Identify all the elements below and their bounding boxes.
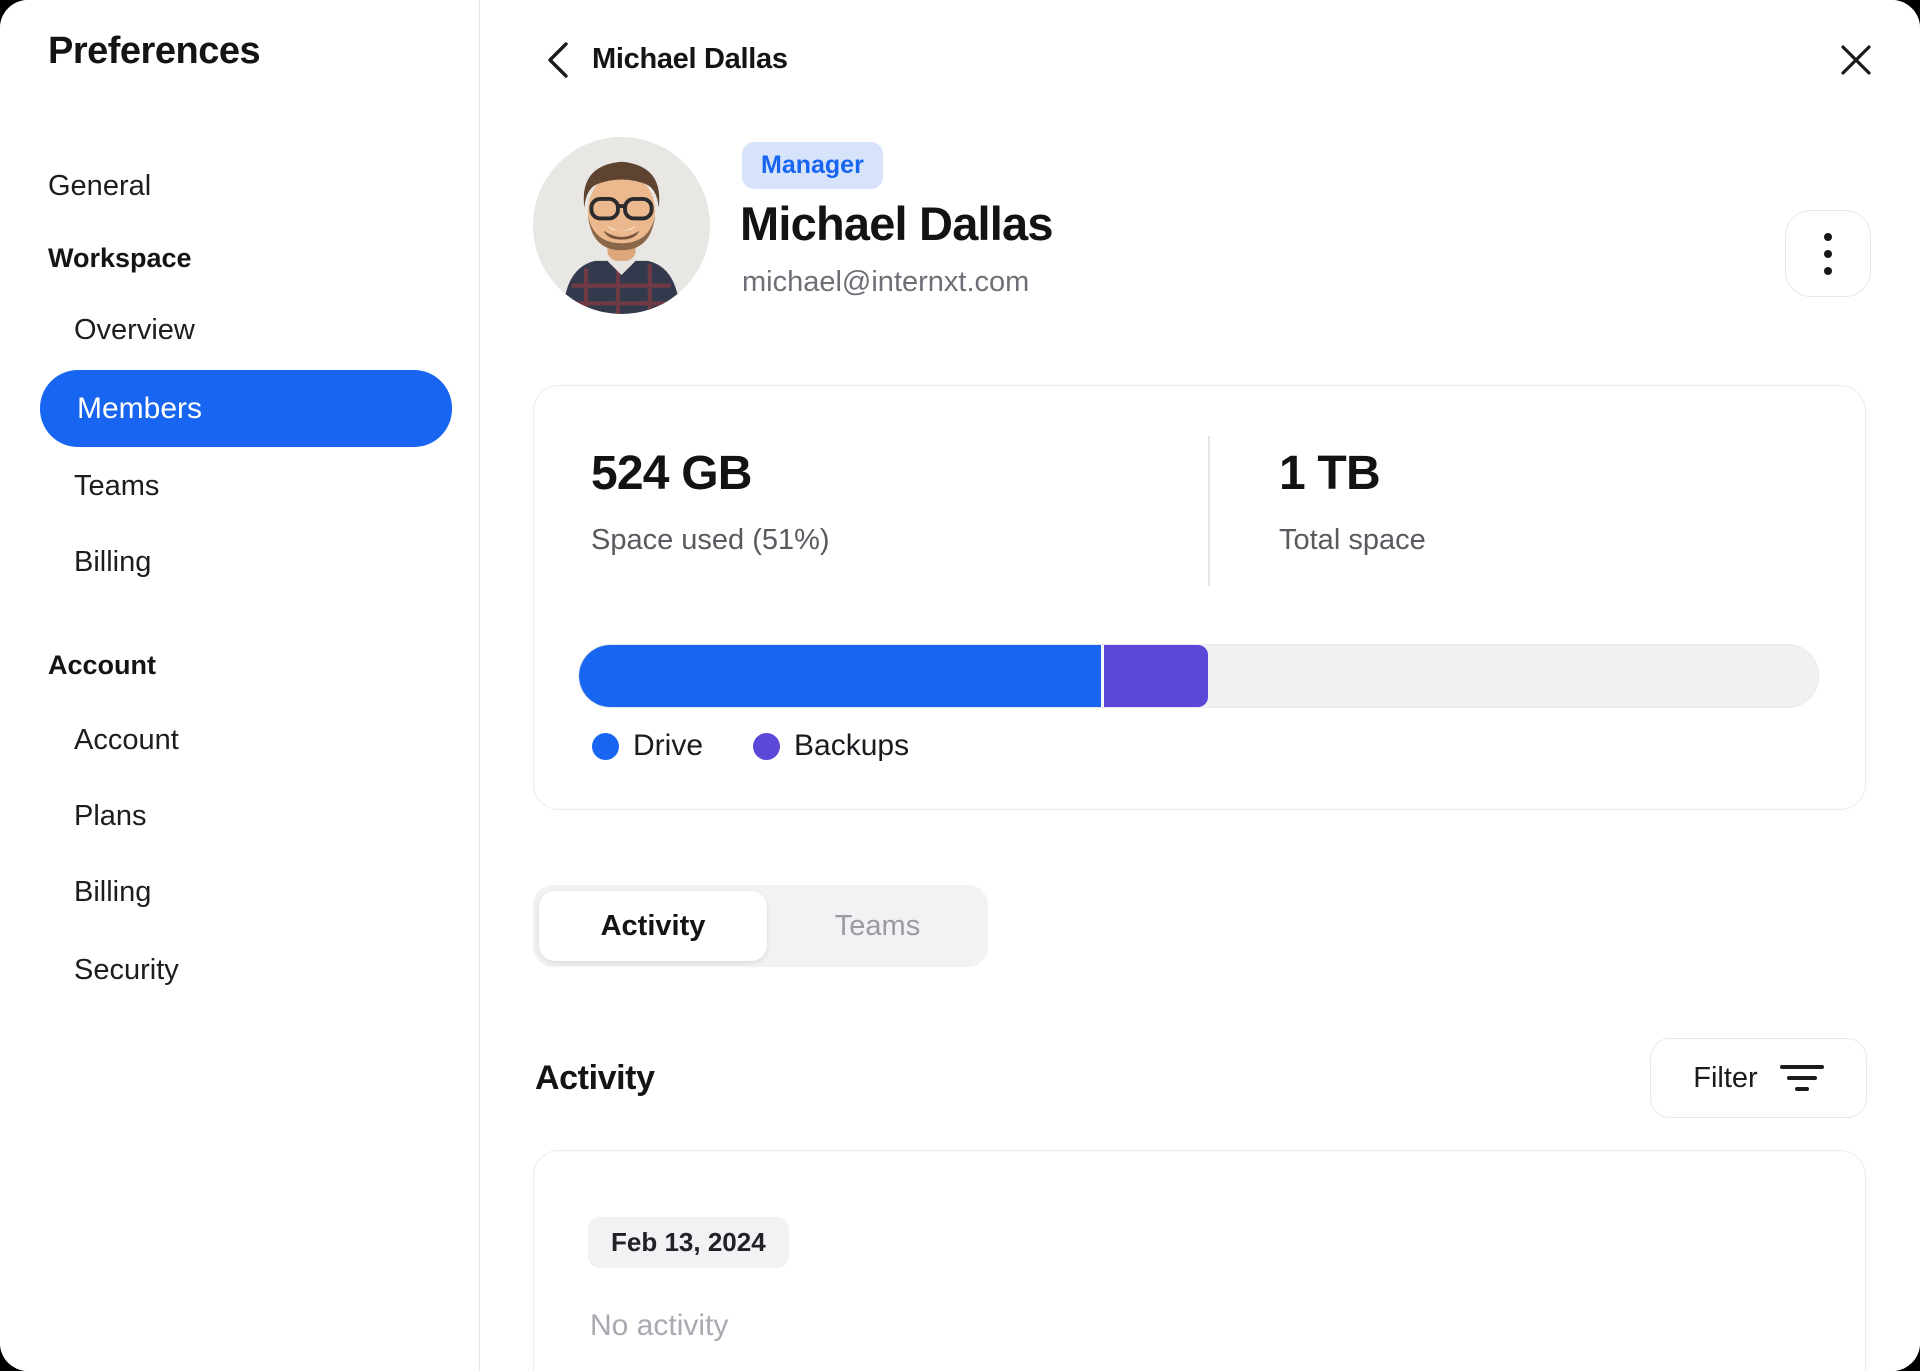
close-icon: [1841, 45, 1871, 75]
space-used-label: Space used (51%): [591, 524, 830, 556]
sidebar-item-security[interactable]: Security: [74, 950, 179, 990]
page-title: Preferences: [48, 30, 261, 72]
sidebar: Preferences General Workspace Overview M…: [0, 0, 480, 1371]
activity-heading: Activity: [535, 1059, 655, 1097]
activity-card: Feb 13, 2024 No activity: [533, 1150, 1866, 1371]
sidebar-item-plans[interactable]: Plans: [74, 796, 147, 836]
storage-usage-bar: [578, 644, 1819, 708]
stat-divider: [1208, 436, 1210, 586]
member-email: michael@internxt.com: [742, 266, 1030, 298]
activity-date-badge: Feb 13, 2024: [588, 1217, 789, 1268]
backups-legend-dot: [753, 732, 781, 760]
tab-teams[interactable]: Teams: [767, 891, 988, 961]
close-button[interactable]: [1834, 38, 1878, 82]
filter-button[interactable]: Filter: [1650, 1038, 1867, 1118]
sidebar-item-members-label: Members: [77, 391, 203, 425]
usage-legend: Drive Backups: [592, 729, 909, 763]
sidebar-item-account[interactable]: Account: [74, 720, 179, 760]
total-space-value: 1 TB: [1279, 447, 1381, 500]
usage-segment-backups: [1104, 645, 1209, 707]
total-space-label: Total space: [1279, 524, 1426, 556]
drive-legend-label: Drive: [633, 729, 704, 762]
back-button[interactable]: [536, 38, 580, 82]
filter-lines-icon: [1779, 1065, 1824, 1091]
sidebar-item-members[interactable]: Members: [40, 370, 452, 447]
sidebar-item-teams[interactable]: Teams: [74, 466, 159, 506]
sidebar-header-workspace: Workspace: [48, 242, 192, 273]
tab-activity[interactable]: Activity: [539, 891, 767, 961]
avatar: [533, 137, 710, 314]
filter-button-label: Filter: [1693, 1061, 1758, 1094]
member-name: Michael Dallas: [740, 197, 1054, 250]
sidebar-item-general[interactable]: General: [48, 166, 151, 206]
drive-legend-dot: [592, 732, 619, 760]
detail-tabs: Activity Teams: [533, 885, 988, 967]
sidebar-item-billing-workspace[interactable]: Billing: [74, 542, 151, 582]
role-badge: Manager: [742, 142, 883, 189]
sidebar-item-billing-account[interactable]: Billing: [74, 872, 151, 912]
chevron-left-icon: [548, 42, 568, 78]
kebab-menu-icon: [1824, 232, 1832, 275]
member-detail-panel: Michael Dallas Manager Michael Dallas mi…: [480, 0, 1920, 1371]
space-used-value: 524 GB: [591, 447, 752, 500]
preferences-dialog: Preferences General Workspace Overview M…: [0, 0, 1920, 1371]
topbar-title: Michael Dallas: [592, 43, 788, 75]
activity-empty-text: No activity: [590, 1309, 729, 1342]
sidebar-header-account: Account: [48, 649, 156, 680]
backups-legend-label: Backups: [794, 729, 910, 762]
storage-card: 524 GB Space used (51%) 1 TB Total space…: [533, 385, 1866, 810]
sidebar-item-overview[interactable]: Overview: [74, 310, 195, 350]
member-options-button[interactable]: [1785, 210, 1871, 297]
usage-segment-drive: [579, 645, 1105, 707]
